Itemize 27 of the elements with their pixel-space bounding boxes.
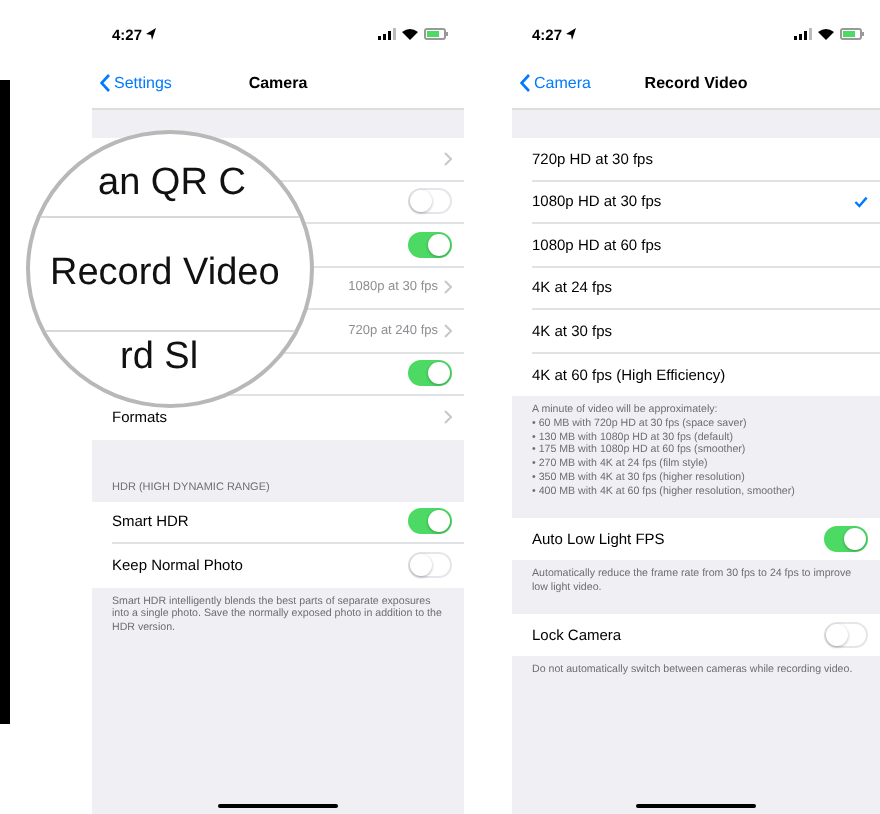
toggle-switch[interactable]: [824, 525, 868, 552]
back-link[interactable]: Settings: [100, 73, 172, 91]
wifi-icon: [402, 28, 418, 40]
back-chevron-icon: [100, 73, 110, 91]
location-arrow-icon: [146, 28, 157, 40]
wifi-icon: [818, 28, 834, 40]
battery-icon: [840, 28, 864, 40]
nav-title: Camera: [248, 73, 308, 91]
magnified-text: an QR C: [98, 164, 246, 204]
toggle-switch[interactable]: [408, 508, 452, 535]
battery-icon: [424, 28, 448, 40]
home-indicator: [636, 803, 756, 808]
toggle-switch[interactable]: [408, 231, 452, 258]
magnified-text: Record Video: [50, 254, 280, 294]
location-arrow-icon: [566, 28, 577, 40]
chevron-icon: [444, 323, 452, 338]
chevron-icon: [444, 151, 452, 166]
toggle-switch[interactable]: [408, 360, 452, 387]
signal-icon: [794, 28, 812, 40]
signal-icon: [378, 28, 396, 40]
chevron-icon: [444, 280, 452, 295]
back-chevron-icon: [520, 73, 530, 91]
magnified-text: rd Sl: [120, 338, 199, 378]
back-link[interactable]: Camera: [520, 73, 591, 91]
home-indicator: [218, 803, 338, 808]
chevron-icon: [444, 410, 452, 425]
nav-title: Record Video: [644, 73, 748, 91]
